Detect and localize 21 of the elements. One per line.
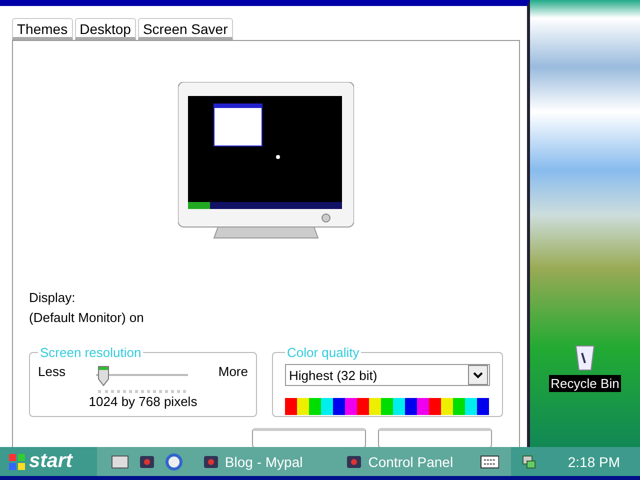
browser-icon[interactable] [164, 452, 183, 470]
tab[interactable]: Desktop [74, 18, 136, 40]
group-title: Screen resolution [39, 345, 142, 360]
less-label: Less [38, 364, 66, 379]
tab[interactable]: Themes [12, 18, 73, 40]
chevron-down-icon[interactable] [468, 365, 488, 385]
tab[interactable]: Screen Saver [138, 18, 233, 40]
network-icon[interactable] [521, 454, 538, 470]
resolution-reading: 1024 by 768 pixels [88, 394, 198, 409]
display-label: Display: [29, 290, 76, 305]
display-value: (Default Monitor) on [29, 310, 145, 325]
windows-flag-icon [8, 452, 26, 470]
trash-bin-icon[interactable] [574, 343, 596, 371]
keyboard-icon[interactable] [480, 454, 500, 468]
group-title: Color quality [286, 345, 360, 360]
more-label: More [218, 364, 248, 379]
slider-thumb[interactable] [98, 366, 110, 386]
color-quality-dropdown[interactable]: Highest (32 bit) [285, 364, 490, 386]
desktop-icon-label[interactable]: Recycle Bin [548, 375, 622, 392]
clock: 2:18 PM [568, 454, 620, 470]
resolution-slider[interactable] [96, 366, 188, 394]
